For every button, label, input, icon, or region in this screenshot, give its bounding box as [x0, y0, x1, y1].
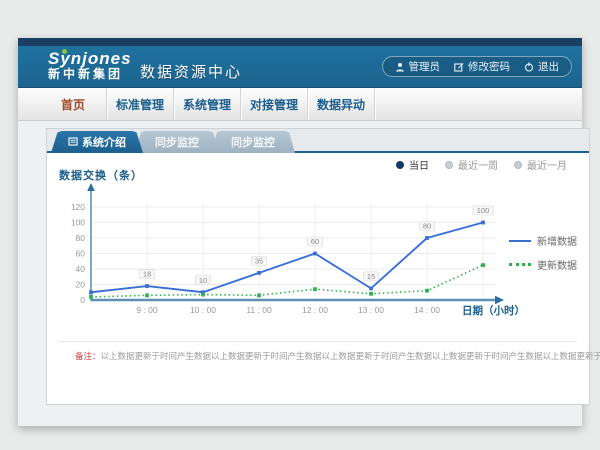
svg-text:0: 0 [80, 295, 85, 305]
svg-text:80: 80 [423, 222, 431, 231]
svg-text:日期（小时）: 日期（小时） [462, 304, 525, 317]
svg-text:12 : 00: 12 : 00 [302, 305, 328, 315]
nav-item-home[interactable]: 首页 [40, 88, 107, 120]
tab-sync-monitor-1[interactable]: 同步监控 [135, 131, 219, 153]
page-title: 数据资源中心 [140, 61, 242, 82]
tab-bar: 系统介绍 同步监控 同步监控 [47, 129, 589, 153]
power-icon [524, 62, 534, 72]
filter-option-last-month[interactable]: 最近一月 [514, 157, 567, 172]
logo-accent-dot-icon [62, 49, 67, 54]
nav-item-system-mgmt[interactable]: 系统管理 [174, 88, 241, 120]
chart-legend: 新增数据 更新数据 [509, 233, 577, 272]
nav-item-standard-mgmt[interactable]: 标准管理 [107, 88, 174, 120]
change-password-button[interactable]: 修改密码 [454, 59, 510, 74]
app-window: Synjones 新中新集团 数据资源中心 管理员 [18, 38, 582, 426]
content-card: 系统介绍 同步监控 同步监控 当日 [46, 128, 590, 405]
svg-text:18: 18 [143, 270, 151, 279]
document-icon [68, 137, 78, 147]
radio-selected-icon [396, 161, 404, 169]
radio-icon [445, 161, 453, 169]
svg-text:11 : 00: 11 : 00 [246, 305, 272, 315]
footer-note: 备注：以上数据更新于时间产生数据以上数据更新于时间产生数据以上数据更新于时间产生… [75, 350, 600, 362]
user-toolbar: 管理员 修改密码 退出 [382, 56, 573, 77]
svg-text:13 : 00: 13 : 00 [358, 305, 384, 315]
svg-text:20: 20 [76, 280, 86, 290]
svg-text:60: 60 [76, 249, 86, 259]
brand-name: Synjones [48, 50, 132, 67]
radio-icon [514, 161, 522, 169]
content-area: 系统介绍 同步监控 同步监控 当日 [18, 122, 582, 426]
svg-text:60: 60 [311, 237, 319, 246]
horizontal-divider [59, 341, 577, 342]
svg-text:100: 100 [477, 206, 490, 215]
filter-option-today[interactable]: 当日 [396, 157, 429, 172]
chart-panel: 当日 最近一周 最近一月 数据交换（条） 0204060801001209 : … [47, 153, 589, 404]
note-label: 备注： [75, 351, 101, 361]
main-nav: 首页 标准管理 系统管理 对接管理 数据异动 [18, 88, 582, 121]
dotted-line-swatch-icon [509, 263, 531, 266]
edit-icon [454, 62, 464, 72]
svg-text:10: 10 [199, 276, 207, 285]
app-header: Synjones 新中新集团 数据资源中心 管理员 [18, 46, 582, 88]
user-icon [395, 62, 405, 72]
legend-item-update-data[interactable]: 更新数据 [509, 257, 577, 272]
note-text: 以上数据更新于时间产生数据以上数据更新于时间产生数据以上数据更新于时间产生数据以… [101, 351, 600, 361]
logout-button[interactable]: 退出 [524, 59, 559, 74]
svg-text:10 : 00: 10 : 00 [190, 305, 216, 315]
page-background: Synjones 新中新集团 数据资源中心 管理员 [0, 0, 600, 450]
svg-text:40: 40 [76, 264, 86, 274]
legend-item-new-data[interactable]: 新增数据 [509, 233, 577, 248]
user-button[interactable]: 管理员 [395, 59, 441, 74]
svg-text:120: 120 [71, 202, 85, 212]
filter-option-last-week[interactable]: 最近一周 [445, 157, 498, 172]
svg-text:80: 80 [76, 233, 86, 243]
tab-system-intro[interactable]: 系统介绍 [51, 131, 143, 153]
solid-line-swatch-icon [509, 240, 531, 242]
svg-text:35: 35 [255, 256, 263, 265]
time-range-filters: 当日 最近一周 最近一月 [396, 157, 567, 172]
nav-item-interface-mgmt[interactable]: 对接管理 [241, 88, 308, 120]
tab-sync-monitor-2[interactable]: 同步监控 [211, 131, 295, 153]
svg-text:9 : 00: 9 : 00 [136, 305, 158, 315]
window-top-strip [18, 38, 582, 46]
nav-item-data-change[interactable]: 数据异动 [308, 88, 375, 120]
brand-company: 新中新集团 [48, 67, 132, 82]
svg-text:100: 100 [71, 218, 85, 228]
brand-logo: Synjones 新中新集团 [48, 50, 132, 82]
svg-text:14 : 00: 14 : 00 [414, 305, 440, 315]
svg-text:15: 15 [367, 272, 375, 281]
